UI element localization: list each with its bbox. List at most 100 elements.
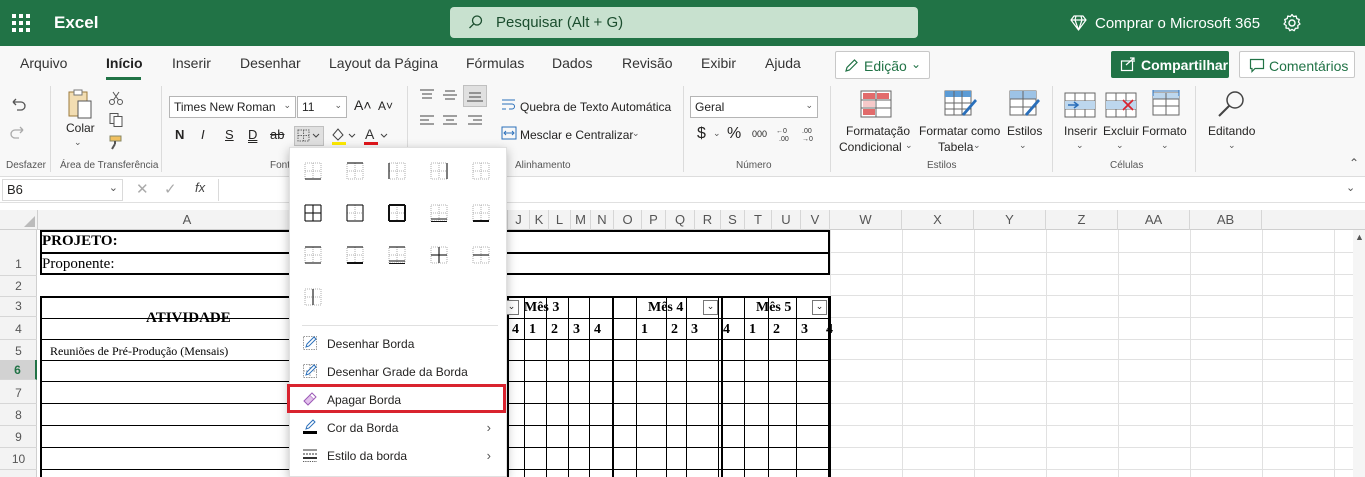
find-icon[interactable] [1216,89,1248,119]
column-header[interactable]: L [549,210,571,230]
row-header[interactable]: 5 [0,340,37,362]
tab-layout-da-pagina[interactable]: Layout da Página [329,55,438,71]
wrap-text-button[interactable]: Quebra de Texto Automática [520,100,671,114]
format-cells-icon[interactable] [1150,89,1182,117]
format-as-table-label-2[interactable]: Tabela [938,140,973,154]
paste-label[interactable]: Colar [66,121,95,135]
chevron-down-icon[interactable]: ⌄ [713,128,721,139]
tab-arquivo[interactable]: Arquivo [20,55,67,71]
fill-color-icon[interactable] [330,126,358,146]
column-header[interactable]: T [745,210,772,230]
column-header[interactable]: K [530,210,549,230]
align-bottom-icon[interactable] [463,85,487,107]
top-bottom-border-icon[interactable] [303,245,323,265]
filter-dropdown-icon[interactable]: ⌄ [703,300,718,315]
chevron-down-icon[interactable]: ⌄ [1116,140,1124,151]
inside-vertical-border-icon[interactable] [303,287,323,307]
bold-icon[interactable]: N [175,127,184,142]
row-header[interactable]: 9 [0,426,37,448]
column-header[interactable]: V [801,210,830,230]
cancel-icon[interactable]: ✕ [136,180,149,198]
column-header[interactable]: Q [666,210,695,230]
row-header[interactable]: 8 [0,404,37,426]
delete-cells-icon[interactable] [1105,92,1137,118]
column-header[interactable]: X [902,210,974,230]
align-right-icon[interactable] [467,114,483,128]
chevron-down-icon[interactable]: ⌄ [1228,140,1236,151]
name-box[interactable]: B6 ⌄ [2,179,123,201]
redo-icon[interactable] [9,124,27,140]
insert-cells-icon[interactable] [1064,92,1096,118]
tab-formulas[interactable]: Fórmulas [466,55,524,71]
filter-dropdown-icon[interactable]: ⌄ [812,300,827,315]
column-header[interactable]: AA [1118,210,1190,230]
menu-item-border-color[interactable]: Cor da Borda › [291,413,507,441]
worksheet-grid[interactable]: PROJETO: Proponente: ATIVIDADE Reuniões … [38,230,1353,477]
number-format-select[interactable]: Geral ⌄ [690,96,818,118]
border-top-icon[interactable] [345,161,365,181]
underline-icon[interactable]: S [225,127,234,142]
decrease-font-size-icon[interactable]: A˅ [378,99,393,113]
chevron-down-icon[interactable]: ⌄ [973,140,981,151]
conditional-format-icon[interactable] [860,90,892,118]
all-borders-icon[interactable] [303,203,323,223]
vertical-scrollbar[interactable]: ▲ [1353,230,1365,477]
thick-bottom-border-icon[interactable] [471,203,491,223]
font-name-select[interactable]: Times New Roman ⌄ [169,96,296,118]
row-header[interactable]: 3 [0,296,37,317]
align-center-icon[interactable] [442,114,458,128]
search-box[interactable]: Pesquisar (Alt + G) [450,7,918,38]
clipboard-icon[interactable] [66,88,94,120]
tab-inicio[interactable]: Início [106,55,143,71]
format-as-table-icon[interactable] [944,90,978,118]
cell-styles-icon[interactable] [1009,90,1041,118]
column-header[interactable]: J [508,210,530,230]
expand-formula-icon[interactable]: ⌄ [1346,181,1355,194]
double-underline-icon[interactable]: D [248,127,257,142]
scroll-up-icon[interactable]: ▲ [1355,232,1364,242]
decrease-decimal-icon[interactable]: .00 →0 [800,125,818,143]
insert-cells-label[interactable]: Inserir [1064,124,1097,138]
insert-function-icon[interactable]: fx [195,180,205,195]
column-header[interactable]: S [721,210,745,230]
thick-outside-borders-icon[interactable] [387,203,407,223]
align-top-icon[interactable] [419,88,435,102]
menu-item-border-style[interactable]: Estilo da borda › [291,441,507,469]
gear-icon[interactable] [1282,13,1302,33]
no-border-icon[interactable] [471,161,491,181]
wrap-text-icon[interactable] [501,98,517,112]
tab-inserir[interactable]: Inserir [172,55,211,71]
select-all-corner[interactable] [0,210,38,230]
format-cells-label[interactable]: Formato [1142,124,1187,138]
merge-center-button[interactable]: Mesclar e Centralizar [520,128,633,142]
tab-revisao[interactable]: Revisão [622,55,673,71]
increase-font-size-icon[interactable]: A˄ [354,97,372,113]
confirm-icon[interactable]: ✓ [164,180,177,198]
comments-button[interactable]: Comentários [1239,51,1355,78]
share-button[interactable]: Compartilhar [1111,51,1229,78]
format-painter-icon[interactable] [108,134,124,150]
chevron-down-icon[interactable]: ⌄ [632,128,640,139]
percent-icon[interactable]: % [727,125,741,143]
app-launcher-icon[interactable] [12,14,30,32]
top-thick-bottom-border-icon[interactable] [345,245,365,265]
undo-icon[interactable] [9,96,27,112]
row-header[interactable]: 2 [0,275,37,297]
outside-borders-icon[interactable] [345,203,365,223]
top-double-bottom-border-icon[interactable] [387,245,407,265]
chevron-down-icon[interactable]: ⌄ [1161,140,1169,151]
chevron-down-icon[interactable]: ⌄ [905,140,913,151]
column-header[interactable]: N [591,210,614,230]
column-header[interactable]: Z [1046,210,1118,230]
column-header[interactable]: U [772,210,801,230]
column-header[interactable]: P [642,210,666,230]
tab-ajuda[interactable]: Ajuda [765,55,801,71]
app-name[interactable]: Excel [54,13,98,33]
font-color-icon[interactable]: A [362,126,390,146]
row-header[interactable]: 4 [0,318,37,340]
cut-icon[interactable] [108,90,124,106]
chevron-down-icon[interactable]: ⌄ [1019,140,1027,151]
column-header[interactable]: M [571,210,591,230]
row-header[interactable]: 7 [0,382,37,404]
bottom-double-border-icon[interactable] [429,203,449,223]
